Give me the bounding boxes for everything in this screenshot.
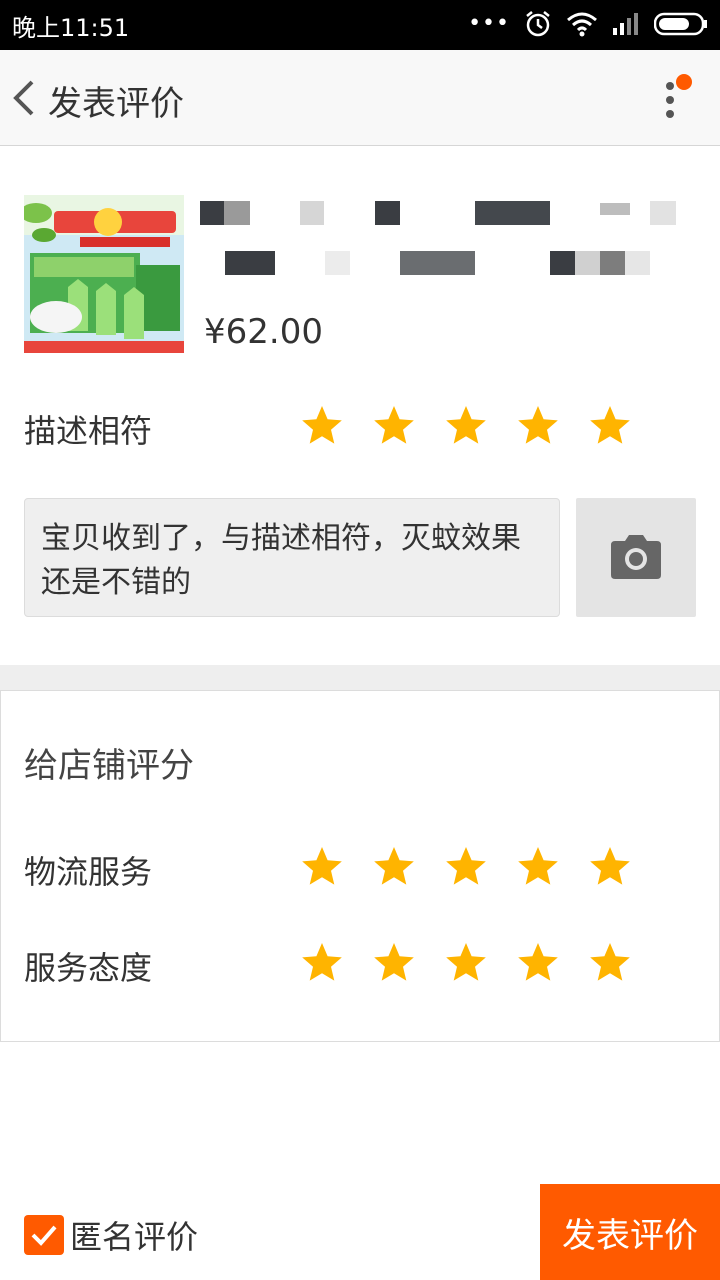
notification-badge — [676, 74, 692, 90]
star-icon[interactable] — [516, 845, 560, 889]
anonymous-checkbox[interactable] — [24, 1215, 64, 1255]
star-icon[interactable] — [300, 404, 344, 448]
status-bar: 晚上11:51 ••• — [0, 0, 720, 50]
star-icon[interactable] — [516, 941, 560, 985]
star-icon[interactable] — [300, 845, 344, 889]
star-icon[interactable] — [588, 845, 632, 889]
wifi-icon — [567, 12, 597, 37]
star-icon[interactable] — [444, 845, 488, 889]
star-icon[interactable] — [588, 941, 632, 985]
star-icon[interactable] — [372, 404, 416, 448]
service-rating-label: 服务态度 — [24, 949, 153, 987]
star-icon[interactable] — [516, 404, 560, 448]
star-icon[interactable] — [372, 845, 416, 889]
description-rating-label: 描述相符 — [24, 412, 153, 450]
submit-review-button[interactable]: 发表评价 — [540, 1184, 720, 1280]
add-photo-button[interactable] — [576, 498, 696, 617]
camera-icon — [611, 535, 661, 579]
battery-icon — [654, 12, 707, 36]
description-rating-stars[interactable] — [300, 404, 632, 448]
anonymous-label: 匿名评价 — [70, 1218, 199, 1256]
shop-rating-title: 给店铺评分 — [24, 746, 194, 786]
more-menu-icon[interactable] — [664, 74, 692, 120]
alarm-icon — [526, 11, 550, 37]
logistics-rating-label: 物流服务 — [24, 853, 153, 891]
star-icon[interactable] — [588, 404, 632, 448]
star-icon[interactable] — [300, 941, 344, 985]
star-icon[interactable] — [444, 404, 488, 448]
service-rating-stars[interactable] — [300, 941, 632, 985]
status-time: 晚上11:51 — [12, 14, 130, 42]
comment-textarea[interactable]: 宝贝收到了，与描述相符，灭蚊效果还是不错的 — [24, 498, 560, 617]
more-dots-icon: ••• — [468, 11, 510, 36]
checkmark-icon — [31, 1225, 57, 1246]
anonymous-toggle[interactable]: 匿名评价 — [24, 1212, 198, 1258]
star-icon[interactable] — [372, 941, 416, 985]
signal-icon — [613, 13, 638, 35]
product-price: ¥62.00 — [204, 312, 323, 352]
section-divider — [0, 665, 720, 691]
page-title: 发表评价 — [48, 84, 184, 124]
top-bar: 发表评价 — [0, 50, 720, 146]
star-icon[interactable] — [444, 941, 488, 985]
logistics-rating-stars[interactable] — [300, 845, 632, 889]
product-image — [24, 195, 184, 353]
back-arrow-icon[interactable] — [10, 78, 40, 118]
